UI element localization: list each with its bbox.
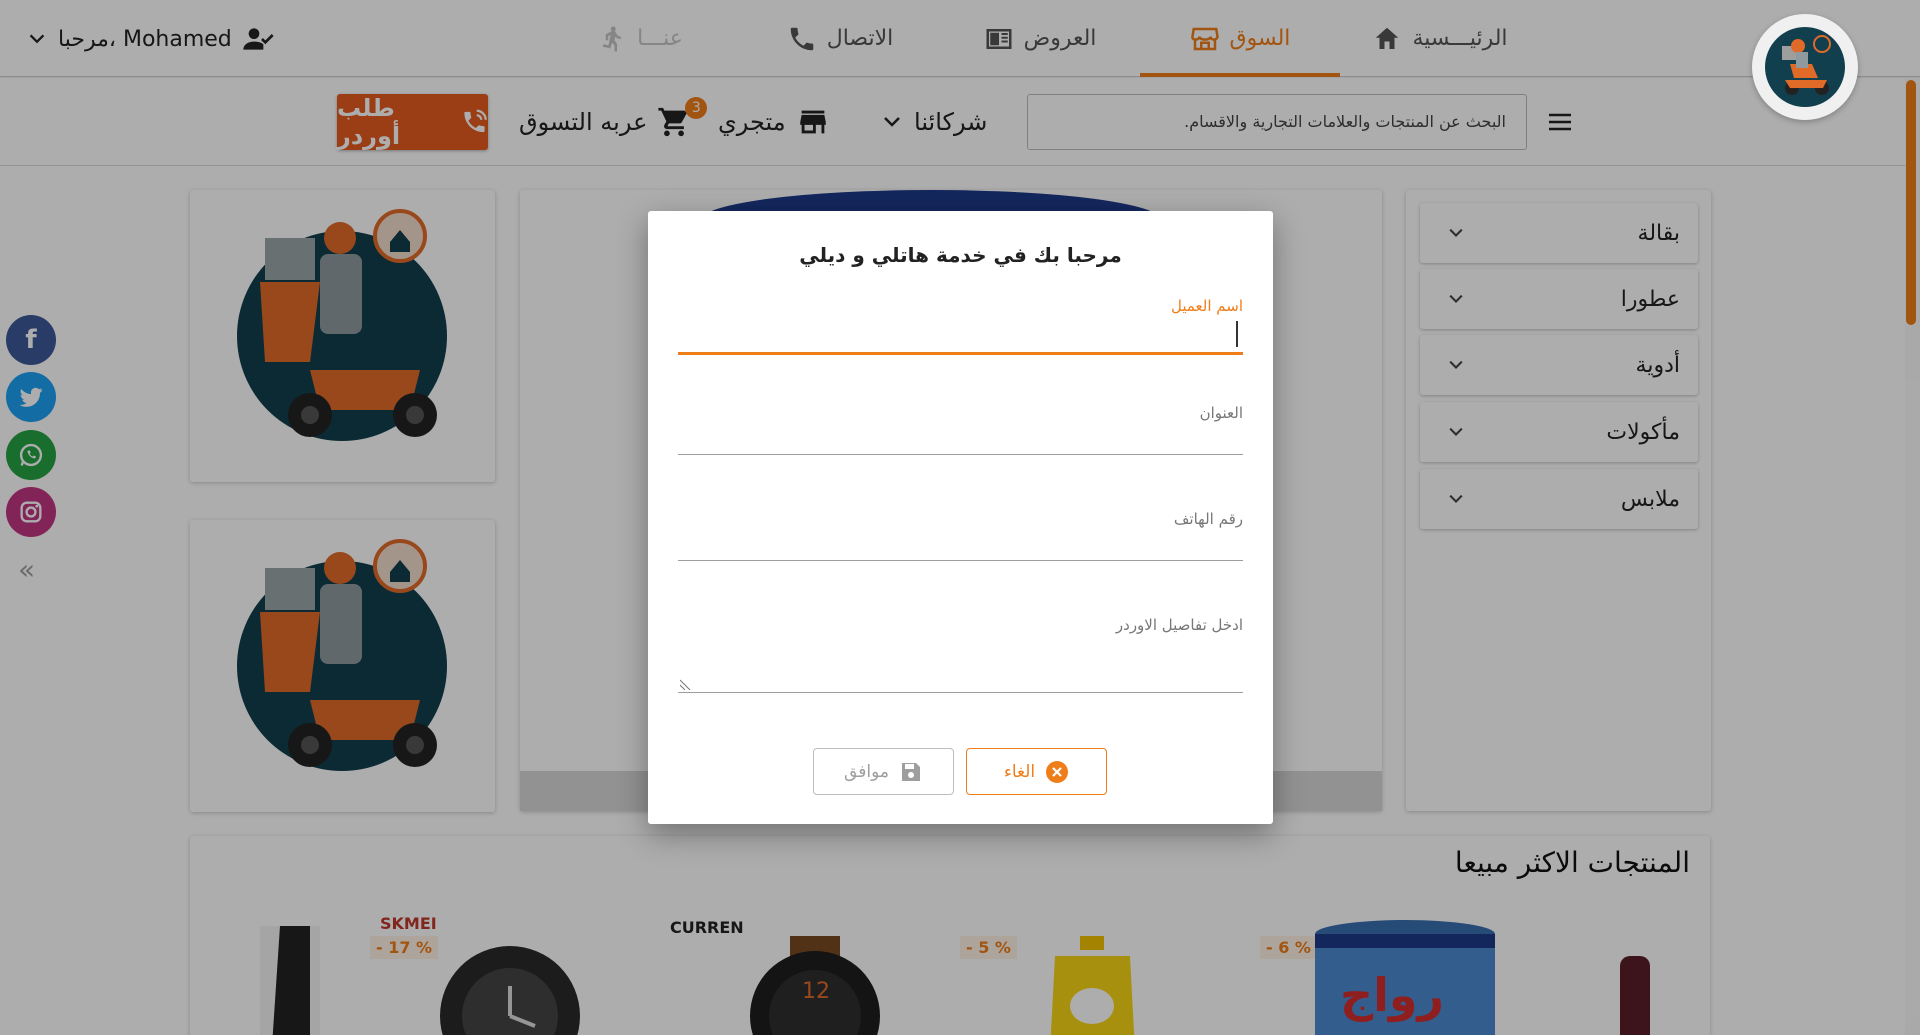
field-underline <box>678 352 1243 355</box>
phone-field[interactable]: رقم الهاتف <box>678 510 1243 582</box>
order-dialog: مرحبا بك في خدمة هاتلي و ديلي اسم العميل… <box>648 211 1273 824</box>
save-icon <box>901 762 920 781</box>
ok-button-label: موافق <box>844 761 889 782</box>
cancel-circle-icon <box>1046 760 1069 783</box>
phone-label: رقم الهاتف <box>1173 510 1243 528</box>
customer-name-label: اسم العميل <box>1170 297 1243 315</box>
ok-button[interactable]: موافق <box>813 748 954 795</box>
order-details-label: ادخل تفاصيل الاوردر <box>1115 616 1243 634</box>
field-underline <box>678 454 1243 455</box>
cancel-button[interactable]: الغاء <box>966 748 1107 795</box>
delivery-logo-image <box>1765 27 1845 107</box>
text-caret <box>1236 321 1238 347</box>
resize-handle-icon[interactable] <box>680 678 692 690</box>
address-field[interactable]: العنوان <box>678 404 1243 476</box>
customer-name-field[interactable]: اسم العميل <box>678 297 1243 369</box>
field-underline <box>678 692 1243 693</box>
order-details-field[interactable]: ادخل تفاصيل الاوردر <box>678 616 1243 706</box>
address-label: العنوان <box>1199 404 1243 422</box>
dialog-title: مرحبا بك في خدمة هاتلي و ديلي <box>799 243 1122 267</box>
cancel-button-label: الغاء <box>1003 761 1036 782</box>
site-logo[interactable] <box>1752 14 1858 120</box>
field-underline <box>678 560 1243 561</box>
